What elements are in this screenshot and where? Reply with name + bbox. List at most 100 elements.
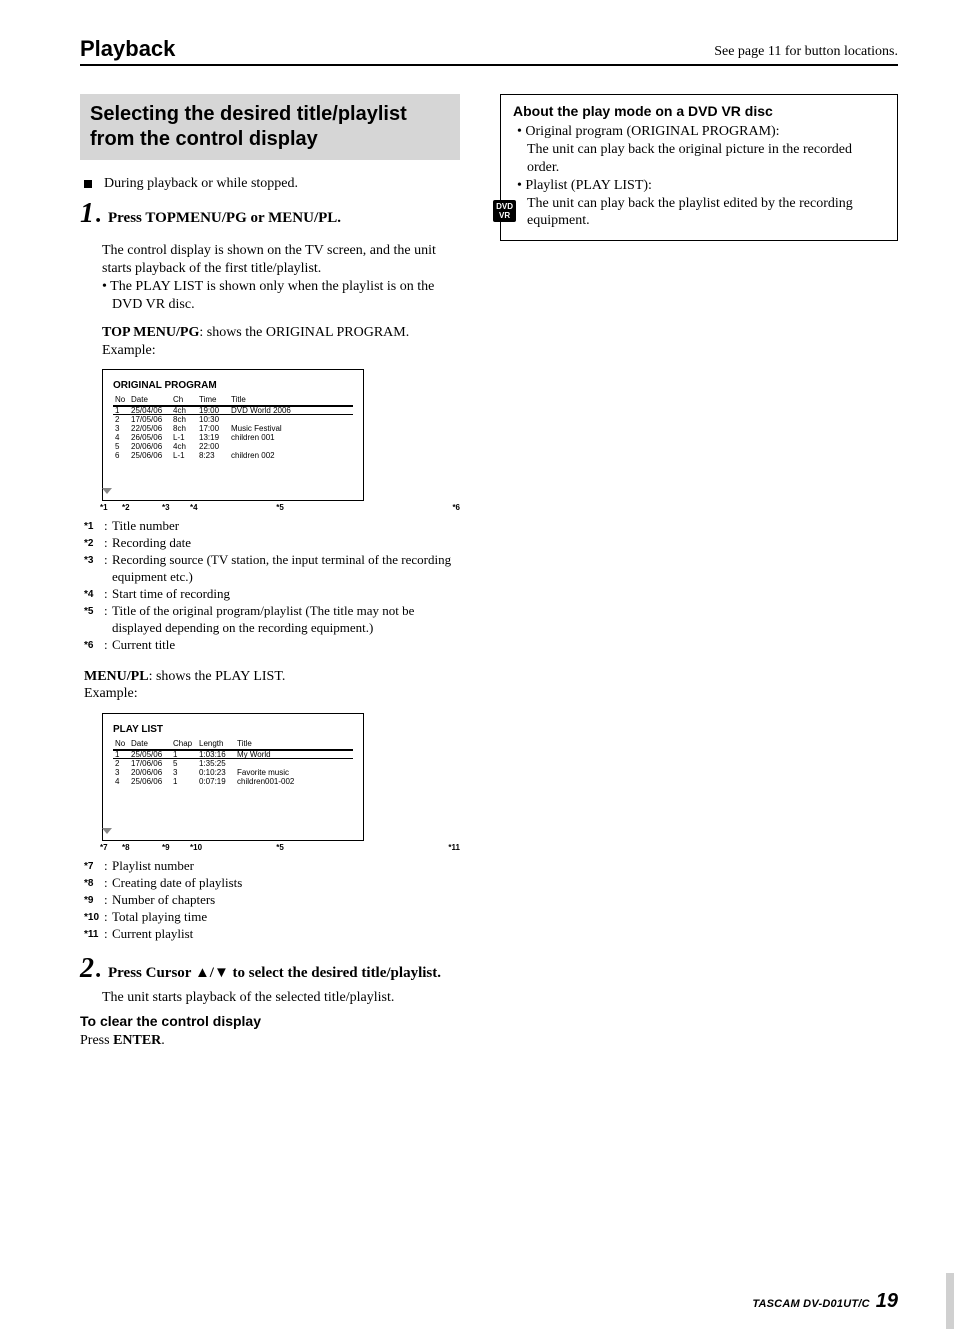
footnote-key: *5 (84, 603, 104, 637)
table-row: 125/04/064ch19:00DVD World 2006 (113, 406, 353, 416)
left-column: Selecting the desired title/playlist fro… (80, 94, 460, 1049)
original-program-table: No Date Ch Time Title 125/04/064ch19:00D… (113, 395, 353, 460)
table-cell (235, 759, 353, 768)
table-cell: 0:07:19 (197, 777, 235, 786)
col-header: Ch (171, 395, 197, 406)
table-cell: 8ch (171, 415, 197, 424)
table-row: 426/05/06L-113:19children 001 (113, 433, 353, 442)
table-cell: 1 (171, 750, 197, 760)
playlist-caption: PLAY LIST (113, 724, 353, 735)
playlist-labels: *7 *8 *9 *10 *5 *11 (100, 843, 460, 852)
table-cell: 4 (113, 777, 129, 786)
table-cell: L-1 (171, 433, 197, 442)
step-2-text: Press Cursor ▲/▼ to select the desired t… (108, 964, 441, 984)
footnote-value: Recording source (TV station, the input … (112, 552, 460, 586)
table-cell (229, 442, 353, 451)
footnote-key: *1 (84, 518, 104, 535)
table-cell: 0:10:23 (197, 768, 235, 777)
table-cell: 5 (113, 442, 129, 451)
col-header: Length (197, 739, 235, 750)
step1-p1: The control display is shown on the TV s… (102, 242, 460, 278)
col-header: Time (197, 395, 229, 406)
footnote: *2:Recording date (84, 535, 460, 552)
footnote-key: *11 (84, 926, 104, 943)
footnote-colon: : (104, 875, 112, 892)
footnote: *9:Number of chapters (84, 892, 460, 909)
table-cell: 17:00 (197, 424, 229, 433)
step-1-body: The control display is shown on the TV s… (102, 242, 460, 359)
label: *3 (162, 503, 190, 512)
table-cell: 1:35:25 (197, 759, 235, 768)
footer-model: TASCAM DV-D01UT/C (752, 1298, 869, 1310)
dvd-vr-badge-icon: DVD VR (493, 200, 516, 222)
label: *11 (326, 843, 460, 852)
footnote-colon: : (104, 552, 112, 586)
table-row: 625/06/06L-18:23children 002 (113, 451, 353, 460)
table-header-row: No Date Ch Time Title (113, 395, 353, 406)
footnote-key: *7 (84, 858, 104, 875)
table-cell: Music Festival (229, 424, 353, 433)
footnote-key: *8 (84, 875, 104, 892)
header-right-note: See page 11 for button locations. (714, 44, 898, 62)
footnote: *11:Current playlist (84, 926, 460, 943)
footnote-value: Playlist number (112, 858, 460, 875)
footnote-colon: : (104, 858, 112, 875)
footnote-value: Current title (112, 637, 460, 654)
footnote: *6:Current title (84, 637, 460, 654)
footnote-value: Current playlist (112, 926, 460, 943)
step1-p2: • The PLAY LIST is shown only when the p… (102, 278, 460, 314)
table-row: 425/06/0610:07:19children001-002 (113, 777, 353, 786)
table-cell: 4 (113, 433, 129, 442)
step-2-number: 2 (80, 953, 94, 985)
page-header: Playback See page 11 for button location… (80, 36, 898, 66)
table-cell: children001-002 (235, 777, 353, 786)
table-cell: 8:23 (197, 451, 229, 460)
table-cell: 1 (113, 406, 129, 416)
table-cell: 17/05/06 (129, 415, 171, 424)
table-cell: children 002 (229, 451, 353, 460)
table-cell: 6 (113, 451, 129, 460)
step-1: 1 . Press TOPMENU/PG or MENU/PL. (80, 198, 460, 230)
footer-stripe-icon (946, 1273, 954, 1329)
precondition-text: During playback or while stopped. (104, 176, 298, 192)
original-program-screen: ORIGINAL PROGRAM No Date Ch Time Title 1… (102, 369, 364, 501)
table-cell: 17/06/06 (129, 759, 171, 768)
page-footer: TASCAM DV-D01UT/C 19 (752, 1290, 898, 1313)
menupl-suffix: : shows the PLAY LIST. (149, 669, 286, 684)
footnote-colon: : (104, 637, 112, 654)
step-2-dot: . (96, 957, 102, 984)
table-header-row: No Date Chap Length Title (113, 739, 353, 750)
about-item-head: • Playlist (PLAY LIST): (513, 177, 885, 195)
footnote: *4:Start time of recording (84, 586, 460, 603)
footnote-value: Total playing time (112, 909, 460, 926)
table-cell: 19:00 (197, 406, 229, 416)
footnote-colon: : (104, 586, 112, 603)
topmenu-prefix: TOP MENU/PG (102, 325, 199, 340)
footnote: *5:Title of the original program/playlis… (84, 603, 460, 637)
clear-display-body: Press ENTER. (80, 1033, 460, 1049)
label: *10 (190, 843, 234, 852)
right-column: About the play mode on a DVD VR disc • O… (500, 94, 898, 1049)
label: *1 (100, 503, 122, 512)
table-cell (229, 415, 353, 424)
table-cell: 1:03:16 (197, 750, 235, 760)
about-item-body: The unit can play back the playlist edit… (513, 195, 885, 231)
square-bullet-icon (84, 180, 92, 188)
step-2: 2 . Press Cursor ▲/▼ to select the desir… (80, 953, 460, 985)
footnote-key: *2 (84, 535, 104, 552)
step-1-dot: . (96, 202, 102, 229)
example-label-2: Example: (84, 685, 460, 703)
col-header: No (113, 395, 129, 406)
example-label-1: Example: (102, 342, 460, 360)
step-1-number: 1 (80, 198, 94, 230)
label: *5 (234, 503, 326, 512)
table-row: 520/06/064ch22:00 (113, 442, 353, 451)
about-title: About the play mode on a DVD VR disc (513, 103, 885, 121)
about-item-body: The unit can play back the original pict… (513, 141, 885, 177)
playlist-table: No Date Chap Length Title 125/05/0611:03… (113, 739, 353, 786)
table-row: 320/06/0630:10:23Favorite music (113, 768, 353, 777)
label: *5 (234, 843, 326, 852)
clear-body-prefix: Press (80, 1033, 113, 1048)
clear-body-bold: ENTER (113, 1033, 161, 1048)
label: *2 (122, 503, 162, 512)
